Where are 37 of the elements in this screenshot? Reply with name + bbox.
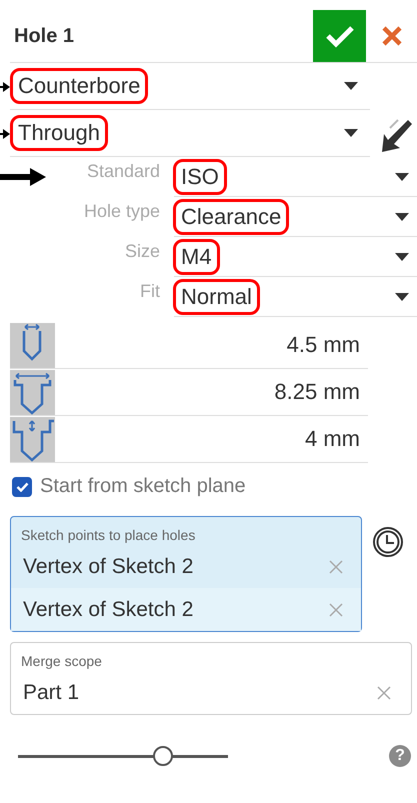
check-icon	[324, 24, 354, 48]
dropdown[interactable]: Counterbore	[10, 64, 370, 110]
confirm-button[interactable]	[313, 10, 366, 62]
hole-profile-icon	[10, 322, 55, 368]
dimension-field[interactable]: 4.5 mm	[55, 332, 368, 358]
caret-icon	[395, 212, 409, 220]
selection-item: Vertex of Sketch 2	[23, 598, 194, 622]
caret-icon	[395, 252, 409, 260]
dropdown[interactable]: Through	[10, 110, 370, 156]
caret-icon	[395, 292, 409, 300]
dimension-field[interactable]: 4 mm	[55, 426, 368, 452]
close-icon	[381, 25, 403, 47]
caret-icon	[344, 129, 358, 137]
field-label: Standard	[86, 161, 160, 182]
checkbox-label: Start from sketch plane	[40, 475, 246, 498]
clock-icon[interactable]	[372, 526, 404, 558]
dimension-field[interactable]: 8.25 mm	[55, 379, 368, 405]
check-icon	[16, 482, 28, 492]
field-label: Fit	[139, 281, 160, 302]
field-label: Merge scope	[20, 653, 103, 669]
slider-thumb[interactable]	[152, 746, 173, 766]
selection-field[interactable]: Merge scope Part 1	[10, 642, 412, 715]
dropdown[interactable]: Normal	[174, 277, 417, 317]
dropdown[interactable]: M4	[174, 237, 417, 277]
field-label: Size	[124, 241, 160, 262]
field-label: Sketch points to place holes	[20, 527, 196, 543]
selection-item: Part 1	[23, 680, 80, 704]
dropdown[interactable]: Clearance	[174, 197, 417, 237]
field-label: Hole type	[82, 201, 160, 222]
caret-icon	[395, 172, 409, 180]
checkbox[interactable]	[12, 476, 32, 496]
hole-profile-icon	[10, 370, 55, 414]
selection-item: Vertex of Sketch 2	[23, 554, 194, 578]
hole-profile-icon	[10, 416, 55, 462]
dropdown[interactable]: ISO	[174, 157, 417, 197]
caret-icon	[344, 82, 358, 90]
dialog-title: Hole 1	[14, 25, 76, 48]
